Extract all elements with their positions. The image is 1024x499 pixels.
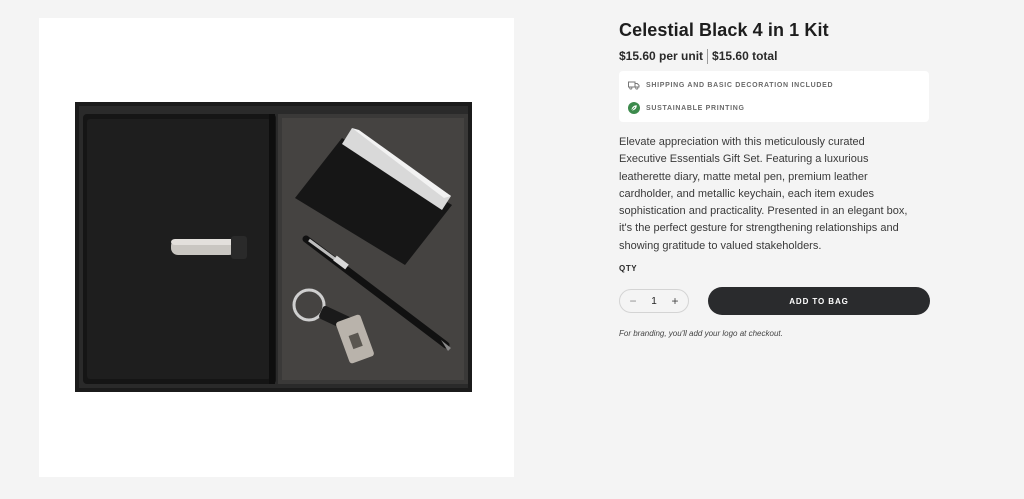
leaf-icon [628,102,640,114]
perk-sustainable: SUSTAINABLE PRINTING [628,100,920,116]
product-description: Elevate appreciation with this meticulou… [619,136,908,252]
price-row: $15.60 per unit $15.60 total [619,48,931,64]
increment-button[interactable]: + [668,294,682,308]
purchase-row: − 1 + ADD TO BAG [619,287,931,316]
product-image [75,102,472,392]
price-total: $15.60 total [712,49,778,63]
perks-box: SHIPPING AND BASIC DECORATION INCLUDED S… [619,71,929,122]
quantity-value[interactable]: 1 [651,296,657,307]
price-per-unit: $15.60 per unit [619,49,704,63]
decrement-button[interactable]: − [626,294,640,308]
perk-shipping-label: SHIPPING AND BASIC DECORATION INCLUDED [646,81,834,89]
branding-note: For branding, you'll add your logo at ch… [619,329,783,339]
add-to-bag-button[interactable]: ADD TO BAG [708,287,930,316]
product-image-panel[interactable] [39,18,514,477]
product-info: Celestial Black 4 in 1 Kit $15.60 per un… [619,18,931,338]
perk-shipping: SHIPPING AND BASIC DECORATION INCLUDED [628,77,920,93]
price-divider [707,48,709,64]
perk-sustainable-label: SUSTAINABLE PRINTING [646,104,745,112]
product-title: Celestial Black 4 in 1 Kit [619,20,829,40]
quantity-stepper: − 1 + [619,289,689,314]
qty-label: QTY [619,264,638,274]
truck-icon [628,79,640,91]
